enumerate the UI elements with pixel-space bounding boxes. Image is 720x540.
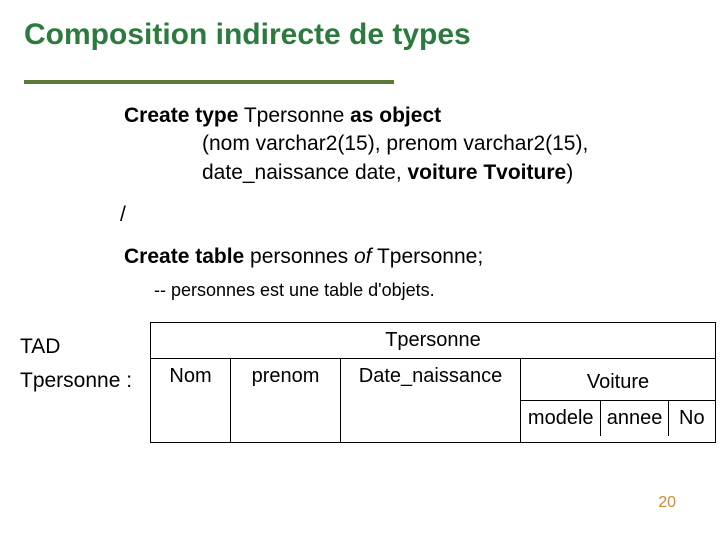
col-nom: Nom <box>151 359 231 442</box>
table-name: personnes <box>244 245 354 268</box>
code-line-2: (nom varchar2(15), prenom varchar2(15), <box>202 130 696 158</box>
diagram-labels: TAD Tpersonne : <box>20 330 132 397</box>
kw-create-table: Create table <box>124 245 244 268</box>
kw-of: of <box>354 245 372 268</box>
code-slash: / <box>120 201 696 229</box>
subcol-no: No <box>669 401 715 436</box>
code-line-1: Create type Tpersonne as object <box>124 102 696 130</box>
col-date: Date_naissance <box>341 359 521 442</box>
voiture-subcols: modele annee No <box>521 400 715 436</box>
code-block: Create type Tpersonne as object (nom var… <box>124 102 696 302</box>
diagram-columns: Nom prenom Date_naissance Voiture modele… <box>151 359 715 442</box>
col-voiture-label: Voiture <box>521 365 715 400</box>
subcol-annee: annee <box>601 401 668 436</box>
slide: Composition indirecte de types Create ty… <box>0 0 720 540</box>
code-line-3: date_naissance date, voiture Tvoiture) <box>202 159 696 187</box>
col-voiture: Voiture modele annee No <box>521 359 715 442</box>
of-type: Tpersonne; <box>371 245 483 268</box>
code-comment: -- personnes est une table d'objets. <box>154 278 696 302</box>
kw-as-object: as object <box>350 104 441 127</box>
page-number: 20 <box>658 494 676 512</box>
divider <box>24 80 394 84</box>
label-typename: Tpersonne : <box>20 364 132 398</box>
diagram-table: Tpersonne Nom prenom Date_naissance Voit… <box>150 322 716 443</box>
type-name: Tpersonne <box>238 104 350 127</box>
code-l3b: voiture Tvoiture <box>408 161 567 184</box>
subcol-modele: modele <box>521 401 601 436</box>
code-line-4: Create table personnes of Tpersonne; <box>124 243 696 271</box>
type-diagram: TAD Tpersonne : Tpersonne Nom prenom Dat… <box>24 322 696 443</box>
code-l3c: ) <box>566 161 573 184</box>
slide-title: Composition indirecte de types <box>24 18 696 52</box>
diagram-header: Tpersonne <box>151 323 715 359</box>
kw-create-type: Create type <box>124 104 238 127</box>
code-l3a: date_naissance date, <box>202 161 408 184</box>
col-prenom: prenom <box>231 359 341 442</box>
label-tad: TAD <box>20 330 132 364</box>
